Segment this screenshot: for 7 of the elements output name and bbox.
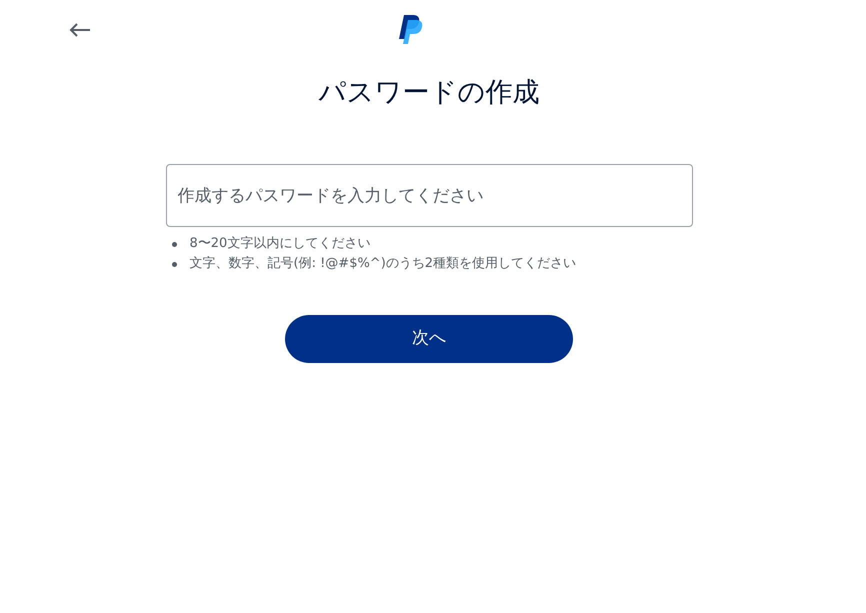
hint-text: 8〜20文字以内にしてください: [190, 235, 370, 253]
logo-icon: [398, 15, 424, 45]
back-arrow-icon: [69, 22, 91, 38]
page-title: パスワードの作成: [318, 76, 540, 110]
next-button[interactable]: 次へ: [285, 315, 573, 363]
password-field[interactable]: 作成するパスワードを入力してください: [166, 164, 692, 227]
hint-text: 文字、数字、記号(例: !@#$%^)のうち2種類を使用してください: [190, 255, 576, 273]
